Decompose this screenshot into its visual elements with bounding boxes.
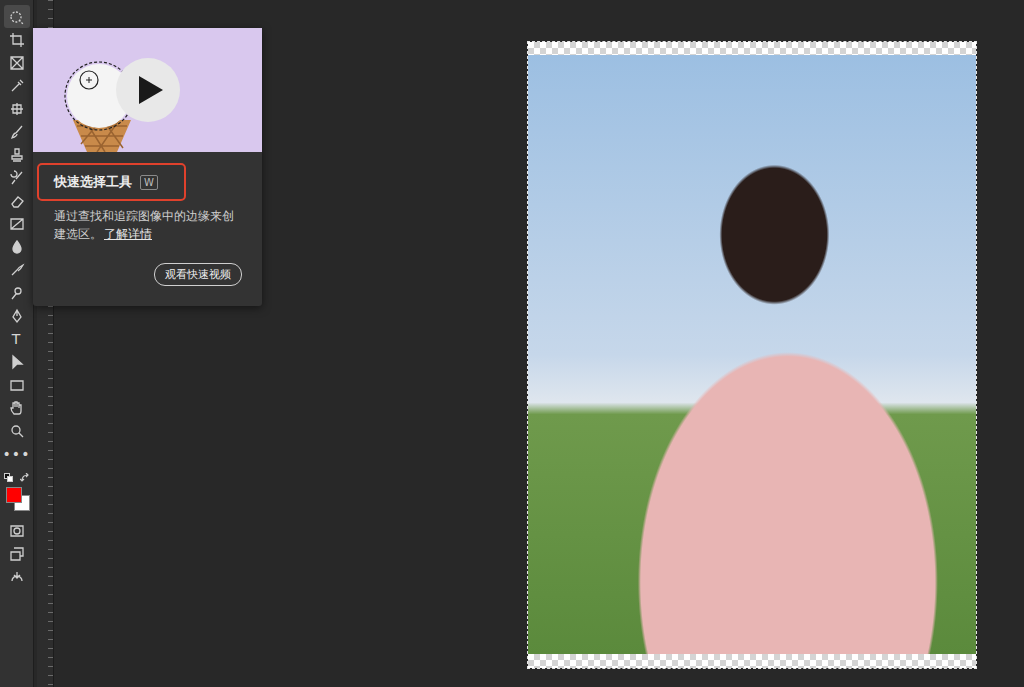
tool-button[interactable] xyxy=(4,120,30,143)
tool-button[interactable] xyxy=(4,5,30,28)
tool-button[interactable]: T xyxy=(4,327,30,350)
transparent-area xyxy=(528,42,976,55)
tool-glyph: ••• xyxy=(3,447,31,461)
tool-button[interactable] xyxy=(4,419,30,442)
tool-button[interactable] xyxy=(4,189,30,212)
dodge-icon xyxy=(9,285,25,301)
watch-video-button[interactable]: 观看快速视频 xyxy=(154,263,242,286)
transparent-area xyxy=(528,654,976,668)
tooltip-title-row: 快速选择工具 W xyxy=(37,163,186,201)
frame-icon xyxy=(9,55,25,71)
gradient-icon xyxy=(9,216,25,232)
button-row: 观看快速视频 xyxy=(37,263,242,286)
eyedropper-icon xyxy=(9,78,25,94)
swap-row xyxy=(4,473,30,483)
tool-button[interactable] xyxy=(4,565,30,588)
learn-more-link[interactable]: 了解详情 xyxy=(104,227,152,241)
foreground-swatch[interactable] xyxy=(6,487,22,503)
tool-button[interactable] xyxy=(4,304,30,327)
zoom-icon xyxy=(9,423,25,439)
tool-button[interactable] xyxy=(4,235,30,258)
tool-button[interactable] xyxy=(4,350,30,373)
hand-icon xyxy=(9,400,25,416)
rectangle-icon xyxy=(9,377,25,393)
tool-button[interactable]: ••• xyxy=(4,442,30,465)
smudge-icon xyxy=(9,262,25,278)
tool-button[interactable] xyxy=(4,281,30,304)
canvas xyxy=(528,42,976,668)
tool-tooltip: 快速选择工具 W 通过查找和追踪图像中的边缘来创建选区。了解详情观看快速视频 xyxy=(33,28,262,306)
quick-select-icon xyxy=(9,9,25,25)
tool-button[interactable] xyxy=(4,396,30,419)
tool-button[interactable] xyxy=(4,143,30,166)
photo xyxy=(528,55,976,654)
crop-icon xyxy=(9,32,25,48)
tool-button[interactable] xyxy=(4,542,30,565)
quick-mask-icon xyxy=(9,523,25,539)
shortcut-badge: W xyxy=(140,175,158,190)
tooltip-description: 通过查找和追踪图像中的边缘来创建选区。了解详情 xyxy=(54,207,242,243)
tooltip-body: 快速选择工具 W 通过查找和追踪图像中的边缘来创建选区。了解详情观看快速视频 xyxy=(33,152,262,306)
tool-button[interactable] xyxy=(4,51,30,74)
tool-glyph: T xyxy=(12,332,22,346)
tool-button[interactable] xyxy=(4,373,30,396)
tool-button[interactable] xyxy=(4,166,30,189)
path-select-icon xyxy=(9,354,25,370)
tool-button[interactable] xyxy=(4,212,30,235)
color-swatches xyxy=(4,485,30,511)
stamp-icon xyxy=(9,147,25,163)
screen-mode-icon xyxy=(9,546,25,562)
tool-button[interactable] xyxy=(4,28,30,51)
tooltip-title: 快速选择工具 xyxy=(54,173,132,191)
tool-button[interactable] xyxy=(4,258,30,281)
ice-cream-preview-icon xyxy=(33,28,262,152)
photoshop-window: T ••• 快速选择工具 W 通过查找和追踪图像中的边缘来创建选区。了解详情观看快速视频 xyxy=(0,0,1024,687)
tool-button[interactable] xyxy=(4,97,30,120)
heal-icon xyxy=(9,101,25,117)
toolbar: T ••• xyxy=(0,0,34,687)
tool-button[interactable] xyxy=(4,74,30,97)
share-icon xyxy=(9,569,25,585)
tool-button[interactable] xyxy=(4,519,30,542)
video-thumbnail[interactable] xyxy=(33,28,262,152)
history-brush-icon xyxy=(9,170,25,186)
default-colors-icon[interactable] xyxy=(4,473,13,482)
pen-icon xyxy=(9,308,25,324)
brush-icon xyxy=(9,124,25,140)
swap-colors-icon[interactable] xyxy=(20,473,30,483)
eraser-icon xyxy=(9,193,25,209)
blur-icon xyxy=(9,239,25,255)
